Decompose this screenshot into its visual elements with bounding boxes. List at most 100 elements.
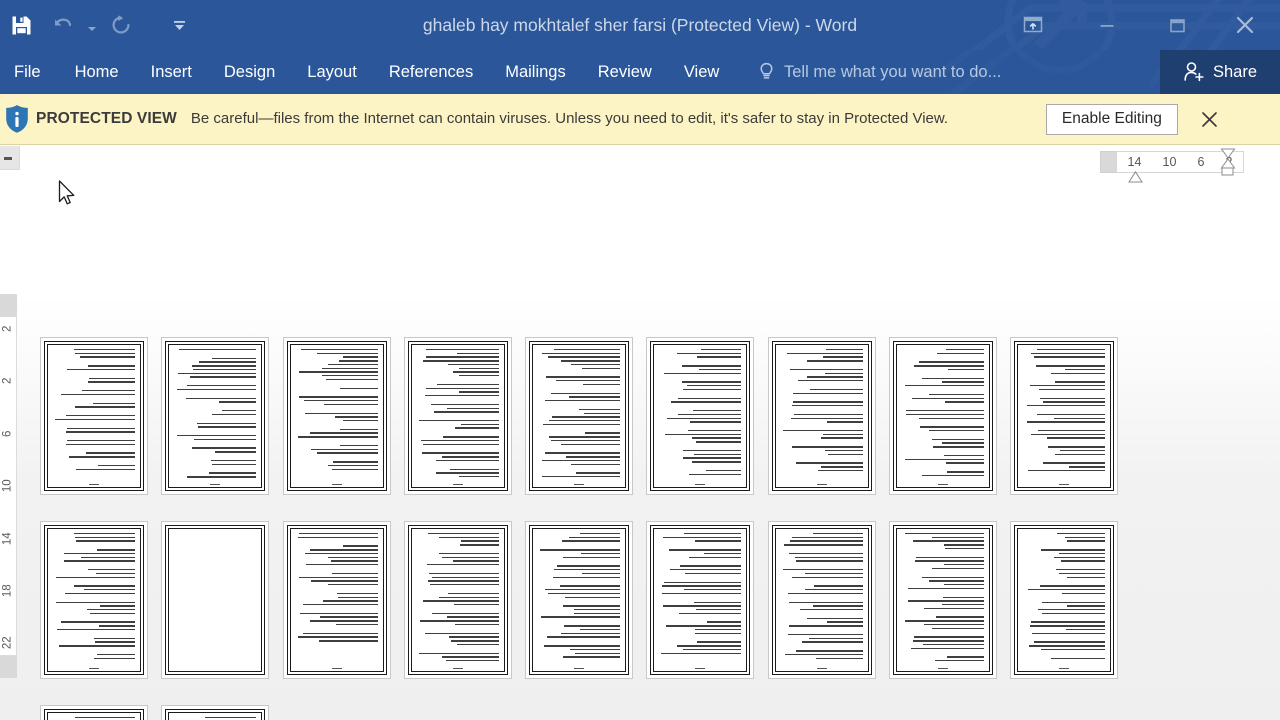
page-text-line	[554, 569, 621, 571]
enable-editing-button[interactable]: Enable Editing	[1045, 103, 1178, 135]
page-thumbnail[interactable]	[40, 705, 161, 720]
restore-icon[interactable]	[1154, 3, 1200, 47]
page-text-line	[332, 468, 378, 470]
page-number-footer	[1015, 483, 1113, 485]
page-text-line	[582, 572, 621, 575]
page-text-line	[1064, 536, 1106, 539]
page-thumbnail-sheet[interactable]	[767, 521, 876, 679]
page-thumbnail[interactable]	[1010, 337, 1131, 508]
page-text-line	[95, 641, 135, 643]
page-text-line	[809, 637, 863, 640]
page-thumbnail-sheet[interactable]	[525, 521, 634, 679]
page-thumbnail-sheet[interactable]	[889, 337, 998, 495]
page-thumbnail[interactable]	[889, 337, 1010, 508]
page-thumbnail-sheet[interactable]	[1010, 337, 1119, 495]
page-thumbnail[interactable]	[40, 521, 161, 692]
page-thumbnail[interactable]	[282, 337, 404, 508]
page-thumbnail[interactable]	[646, 521, 767, 692]
page-thumbnail[interactable]	[767, 337, 889, 508]
page-text-line	[311, 448, 378, 451]
page-thumbnail-sheet[interactable]	[161, 521, 270, 679]
document-canvas[interactable]: 14 10 6 2 2 2 6 10 14 18 22	[0, 146, 1280, 720]
page-thumbnail-sheet[interactable]	[646, 337, 755, 495]
ribbon-display-options-icon[interactable]	[1004, 3, 1062, 47]
page-text-line	[947, 368, 985, 371]
page-thumbnail-sheet[interactable]	[40, 521, 148, 679]
tab-references[interactable]: References	[373, 50, 489, 94]
page-text-line	[945, 547, 985, 550]
page-thumbnail-sheet[interactable]	[40, 705, 148, 720]
undo-icon[interactable]	[42, 8, 84, 42]
page-thumbnail-sheet[interactable]	[525, 337, 634, 495]
protected-view-badge: PROTECTED VIEW	[36, 110, 177, 127]
page-text-line	[96, 653, 135, 656]
vertical-ruler[interactable]: 2 2 6 10 14 18 22	[0, 316, 17, 656]
tab-design[interactable]: Design	[208, 50, 291, 94]
page-text-line	[426, 387, 499, 389]
page-thumbnail[interactable]	[403, 337, 525, 508]
page-text-line	[211, 459, 257, 462]
page-thumbnail-sheet[interactable]	[767, 337, 876, 495]
page-thumbnail-sheet[interactable]	[40, 337, 148, 495]
tell-me-search[interactable]: Tell me what you want to do...	[758, 50, 1001, 94]
tab-insert[interactable]: Insert	[135, 50, 208, 94]
page-text-line	[933, 446, 985, 448]
protected-view-message: Be careful—files from the Internet can c…	[190, 109, 949, 127]
page-thumbnail-sheet[interactable]	[282, 521, 391, 679]
minimize-icon[interactable]	[1084, 3, 1130, 47]
tab-home[interactable]: Home	[59, 50, 135, 94]
page-text-line	[682, 381, 742, 383]
redo-icon[interactable]	[100, 8, 142, 42]
page-text-line	[443, 436, 499, 438]
page-number-footer	[530, 667, 628, 669]
close-message-bar-icon[interactable]	[1196, 105, 1224, 133]
page-thumbnail[interactable]	[161, 521, 282, 692]
page-thumbnail[interactable]	[767, 521, 889, 692]
tab-view[interactable]: View	[668, 50, 735, 94]
right-indent-marker-icon[interactable]	[1220, 148, 1236, 177]
save-icon[interactable]	[0, 8, 42, 42]
page-thumbnail[interactable]	[282, 521, 404, 692]
page-thumbnail[interactable]	[40, 337, 161, 508]
page-text-line	[93, 402, 135, 404]
page-thumbnail-sheet[interactable]	[161, 705, 270, 720]
page-border-outer	[286, 341, 387, 491]
page-thumbnail-sheet[interactable]	[403, 337, 512, 495]
page-border-outer	[165, 525, 266, 675]
page-thumbnail[interactable]	[403, 521, 525, 692]
page-text-line	[791, 446, 863, 448]
page-thumbnail-sheet[interactable]	[403, 521, 512, 679]
page-thumbnail[interactable]	[161, 337, 282, 508]
page-thumbnail-sheet[interactable]	[161, 337, 270, 495]
page-thumbnail[interactable]	[161, 705, 282, 720]
page-thumbnail-sheet[interactable]	[1010, 521, 1119, 679]
share-button[interactable]: Share	[1160, 50, 1280, 94]
first-line-indent-marker-icon[interactable]	[1128, 171, 1143, 183]
tab-layout[interactable]: Layout	[291, 50, 373, 94]
page-thumbnail[interactable]	[1010, 521, 1131, 692]
page-border-outer	[165, 341, 266, 491]
page-text-line	[448, 592, 499, 595]
page-text-line	[541, 476, 621, 478]
page-text-line	[298, 533, 378, 535]
page-text-line	[459, 391, 499, 393]
page-thumbnail[interactable]	[646, 337, 767, 508]
page-number-footer	[773, 667, 871, 669]
page-text-line	[918, 417, 985, 419]
page-text-line	[579, 533, 621, 535]
close-icon[interactable]	[1222, 3, 1268, 47]
tab-mailings[interactable]: Mailings	[489, 50, 582, 94]
page-text-line	[791, 417, 863, 419]
page-thumbnail[interactable]	[525, 521, 646, 692]
page-thumbnail-sheet[interactable]	[889, 521, 998, 679]
page-thumbnail-sheet[interactable]	[646, 521, 755, 679]
page-thumbnail[interactable]	[889, 521, 1010, 692]
page-thumbnail[interactable]	[525, 337, 646, 508]
page-text-line	[1030, 352, 1106, 355]
undo-dropdown-caret-icon[interactable]	[84, 8, 100, 42]
tab-stop-selector[interactable]	[0, 146, 20, 170]
customize-quick-access-toolbar-icon[interactable]	[162, 8, 196, 42]
tab-file[interactable]: File	[0, 50, 59, 94]
tab-review[interactable]: Review	[582, 50, 668, 94]
page-thumbnail-sheet[interactable]	[282, 337, 391, 495]
